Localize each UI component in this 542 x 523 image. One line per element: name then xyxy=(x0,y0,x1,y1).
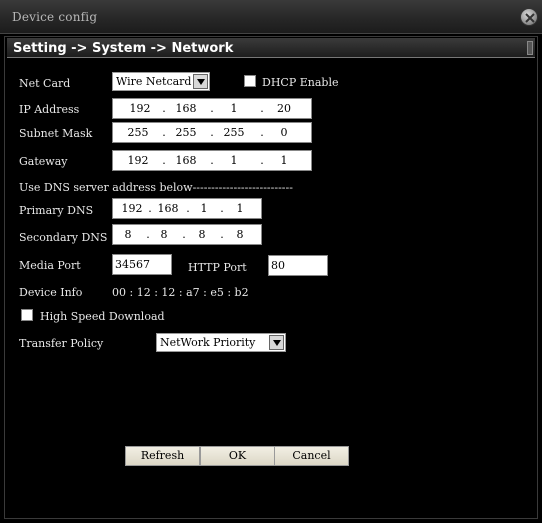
secondary-dns-octet-3[interactable]: 8 xyxy=(189,228,215,241)
media-port-input[interactable]: 34567 xyxy=(112,254,172,275)
net-card-label: Net Card xyxy=(19,77,71,90)
transfer-policy-value: NetWork Priority xyxy=(160,336,256,349)
primary-dns-octet-4[interactable]: 1 xyxy=(227,202,253,215)
ip-dot: . xyxy=(210,154,214,167)
net-card-value: Wire Netcard xyxy=(116,75,192,88)
breadcrumb-bar: Setting -> System -> Network xyxy=(7,38,535,58)
dhcp-enable-label: DHCP Enable xyxy=(262,76,339,89)
primary-dns-octet-2[interactable]: 168 xyxy=(155,202,181,215)
ip-dot: . xyxy=(182,228,186,241)
ip-dot: . xyxy=(220,202,224,215)
device-config-window: Device config Setting -> System -> Netwo… xyxy=(0,0,542,523)
subnet-mask-field[interactable]: 255 . 255 . 255 . 0 xyxy=(112,122,312,143)
primary-dns-octet-3[interactable]: 1 xyxy=(191,202,217,215)
ip-dot: . xyxy=(260,126,264,139)
secondary-dns-octet-4[interactable]: 8 xyxy=(227,228,253,241)
net-card-select[interactable]: Wire Netcard xyxy=(112,72,210,91)
close-icon[interactable] xyxy=(520,8,538,26)
http-port-input[interactable]: 80 xyxy=(268,255,328,276)
http-port-label: HTTP Port xyxy=(188,261,247,274)
gateway-octet-1[interactable]: 192 xyxy=(125,154,151,167)
ip-address-label: IP Address xyxy=(19,103,80,116)
subnet-octet-3[interactable]: 255 xyxy=(221,126,247,139)
gateway-label: Gateway xyxy=(19,155,68,168)
high-speed-download-label: High Speed Download xyxy=(40,310,165,323)
primary-dns-octet-1[interactable]: 192 xyxy=(119,202,145,215)
media-port-label: Media Port xyxy=(19,259,81,272)
ip-octet-2[interactable]: 168 xyxy=(173,102,199,115)
breadcrumb-scroll-handle xyxy=(527,41,533,55)
secondary-dns-label: Secondary DNS xyxy=(19,231,108,244)
cancel-button[interactable]: Cancel xyxy=(274,446,349,466)
device-info-value: 00 : 12 : 12 : a7 : e5 : b2 xyxy=(112,286,249,299)
dropdown-arrow-icon xyxy=(269,335,284,350)
gateway-octet-2[interactable]: 168 xyxy=(173,154,199,167)
device-info-label: Device Info xyxy=(19,286,83,299)
ip-dot: . xyxy=(162,154,166,167)
gateway-field[interactable]: 192 . 168 . 1 . 1 xyxy=(112,150,312,171)
subnet-octet-2[interactable]: 255 xyxy=(173,126,199,139)
ip-dot: . xyxy=(148,202,152,215)
subnet-mask-label: Subnet Mask xyxy=(19,127,93,140)
ip-dot: . xyxy=(260,154,264,167)
secondary-dns-octet-1[interactable]: 8 xyxy=(115,228,141,241)
ip-octet-4[interactable]: 20 xyxy=(271,102,297,115)
secondary-dns-octet-2[interactable]: 8 xyxy=(151,228,177,241)
dns-section-heading: Use DNS server address below------------… xyxy=(19,181,293,194)
secondary-dns-field[interactable]: 8 . 8 . 8 . 8 xyxy=(112,224,262,245)
ip-dot: . xyxy=(220,228,224,241)
dropdown-arrow-icon xyxy=(193,74,208,89)
ip-dot: . xyxy=(260,102,264,115)
ok-button[interactable]: OK xyxy=(200,446,275,466)
breadcrumb: Setting -> System -> Network xyxy=(13,41,234,56)
subnet-octet-4[interactable]: 0 xyxy=(271,126,297,139)
ip-dot: . xyxy=(162,102,166,115)
gateway-octet-3[interactable]: 1 xyxy=(221,154,247,167)
ip-address-field[interactable]: 192 . 168 . 1 . 20 xyxy=(112,98,312,119)
primary-dns-label: Primary DNS xyxy=(19,204,94,217)
ip-dot: . xyxy=(210,102,214,115)
title-bar[interactable]: Device config xyxy=(0,0,542,34)
gateway-octet-4[interactable]: 1 xyxy=(271,154,297,167)
subnet-octet-1[interactable]: 255 xyxy=(125,126,151,139)
refresh-button[interactable]: Refresh xyxy=(125,446,200,466)
ip-octet-1[interactable]: 192 xyxy=(127,102,153,115)
ip-dot: . xyxy=(162,126,166,139)
transfer-policy-label: Transfer Policy xyxy=(19,337,104,350)
high-speed-download-checkbox[interactable] xyxy=(21,309,33,321)
dhcp-enable-checkbox[interactable] xyxy=(244,75,256,87)
primary-dns-field[interactable]: 192 . 168 . 1 . 1 xyxy=(112,198,262,219)
transfer-policy-select[interactable]: NetWork Priority xyxy=(156,333,286,352)
window-title: Device config xyxy=(12,10,98,24)
ip-dot: . xyxy=(210,126,214,139)
ip-octet-3[interactable]: 1 xyxy=(221,102,247,115)
